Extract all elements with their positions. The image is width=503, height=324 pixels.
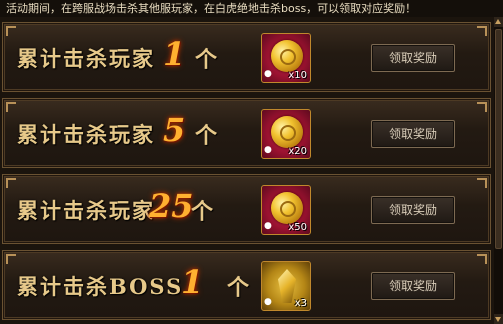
scroll-thumb[interactable] — [495, 29, 502, 249]
claim-reward-button[interactable]: 领取奖励 — [371, 196, 455, 224]
gold-coin-icon — [271, 116, 303, 148]
count-unit: 个 — [191, 199, 214, 225]
scrollbar[interactable] — [494, 17, 503, 324]
notice-text: 活动期间，在跨服战场击杀其他服玩家，在白虎绝地击杀boss，可以领取对应奖励！ — [0, 0, 503, 17]
lock-icon: ● — [264, 69, 272, 79]
kill-count: 5 — [163, 111, 186, 149]
reward-list: 累计击杀玩家 1 个 ● x10 领取奖励 累计击杀玩家 5 个 ● x20 领… — [0, 22, 493, 324]
reward-item-slot[interactable]: ● x20 — [261, 109, 311, 159]
reward-item-slot[interactable]: ● x10 — [261, 33, 311, 83]
gold-coin-icon — [271, 192, 303, 224]
gold-emblem-icon — [278, 269, 296, 303]
reward-item-slot[interactable]: ● x3 — [261, 261, 311, 311]
item-quantity: x50 — [288, 222, 307, 233]
claim-reward-button[interactable]: 领取奖励 — [371, 120, 455, 148]
count-unit: 个 — [195, 47, 218, 73]
kill-count: 1 — [181, 263, 204, 301]
reward-label: 累计击杀玩家 — [17, 122, 155, 147]
item-quantity: x3 — [294, 298, 307, 309]
item-quantity: x10 — [288, 70, 307, 81]
reward-row: 累计击杀玩家 1 个 ● x10 领取奖励 — [2, 22, 491, 92]
kill-count: 1 — [163, 35, 186, 73]
reward-item-slot[interactable]: ● x50 — [261, 185, 311, 235]
claim-reward-button[interactable]: 领取奖励 — [371, 44, 455, 72]
reward-label: 累计击杀玩家 — [17, 198, 155, 223]
item-quantity: x20 — [288, 146, 307, 157]
scroll-down-arrow-icon[interactable] — [494, 314, 503, 324]
scroll-up-arrow-icon[interactable] — [494, 17, 503, 27]
count-unit: 个 — [227, 275, 250, 301]
reward-label: 累计击杀BOSS — [17, 274, 184, 299]
reward-row: 累计击杀玩家 25 个 ● x50 领取奖励 — [2, 174, 491, 244]
reward-label: 累计击杀玩家 — [17, 46, 155, 71]
kill-count: 25 — [149, 187, 194, 225]
reward-row: 累计击杀玩家 5 个 ● x20 领取奖励 — [2, 98, 491, 168]
reward-row: 累计击杀BOSS 1 个 ● x3 领取奖励 — [2, 250, 491, 320]
lock-icon: ● — [264, 145, 272, 155]
claim-reward-button[interactable]: 领取奖励 — [371, 272, 455, 300]
lock-icon: ● — [264, 221, 272, 231]
gold-coin-icon — [271, 40, 303, 72]
lock-icon: ● — [264, 297, 272, 307]
count-unit: 个 — [195, 123, 218, 149]
